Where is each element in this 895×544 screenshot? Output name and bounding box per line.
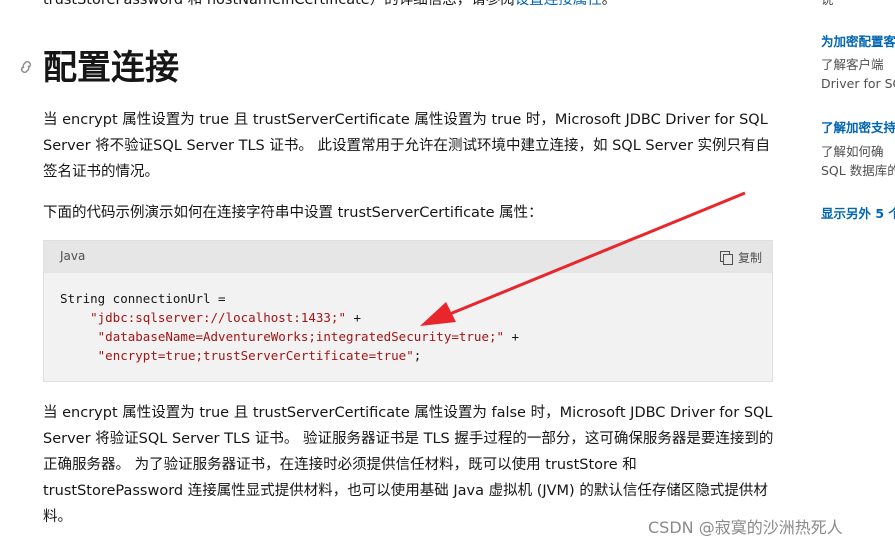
watermark: CSDN @寂寞的沙洲热死人 [648, 518, 843, 537]
intro-prefix: trustStorePassword 和 hostNameInCertifica… [43, 0, 515, 8]
intro-line: trustStorePassword 和 hostNameInCertifica… [43, 0, 778, 12]
sidebar-top-fragment: 说 [821, 0, 834, 9]
intro-suffix: 。 [601, 0, 617, 8]
code-operator: + [504, 329, 520, 344]
sidebar-desc-1a: 了解客户端 [821, 57, 884, 72]
sidebar-show-more[interactable]: 显示另外 5 个 [821, 203, 895, 222]
paragraph-1: 当 encrypt 属性设置为 true 且 trustServerCertif… [43, 112, 771, 180]
sidebar-link-encryption-config[interactable]: 为加密配置客 [821, 31, 895, 50]
copy-button[interactable]: 复制 [719, 247, 762, 267]
code-line-1: String connectionUrl = [60, 291, 226, 306]
sidebar-desc-1b: Driver for SQ [821, 76, 895, 91]
section-title: 配置连接 [43, 48, 179, 88]
code-operator: ; [413, 348, 422, 363]
code-operator: + [345, 310, 362, 325]
code-string: "databaseName=AdventureWorks;integratedS… [97, 329, 505, 344]
sidebar-link-encryption-support[interactable]: 了解加密支持 [821, 117, 895, 136]
copy-label: 复制 [737, 250, 762, 265]
sidebar-desc-2a: 了解如何确 [821, 144, 884, 159]
code-content[interactable]: String connectionUrl = "jdbc:sqlserver:/… [44, 273, 772, 381]
link-anchor-icon[interactable] [16, 57, 36, 77]
code-language: Java [60, 249, 86, 263]
code-string: "jdbc:sqlserver://localhost:1433;" [90, 310, 346, 325]
sidebar-desc-2b: SQL 数据库的 [821, 163, 895, 178]
code-block: Java 复制 String connectionUrl = "jdbc:sql… [43, 240, 773, 382]
code-header: Java 复制 [44, 241, 772, 273]
copy-icon [719, 250, 733, 265]
paragraph-2: 下面的代码示例演示如何在连接字符串中设置 trustServerCertific… [43, 205, 543, 221]
code-string: "encrypt=true;trustServerCertificate=tru… [97, 348, 414, 363]
connection-properties-link[interactable]: 设置连接属性 [515, 0, 602, 8]
paragraph-3: 当 encrypt 属性设置为 true 且 trustServerCertif… [43, 405, 774, 525]
